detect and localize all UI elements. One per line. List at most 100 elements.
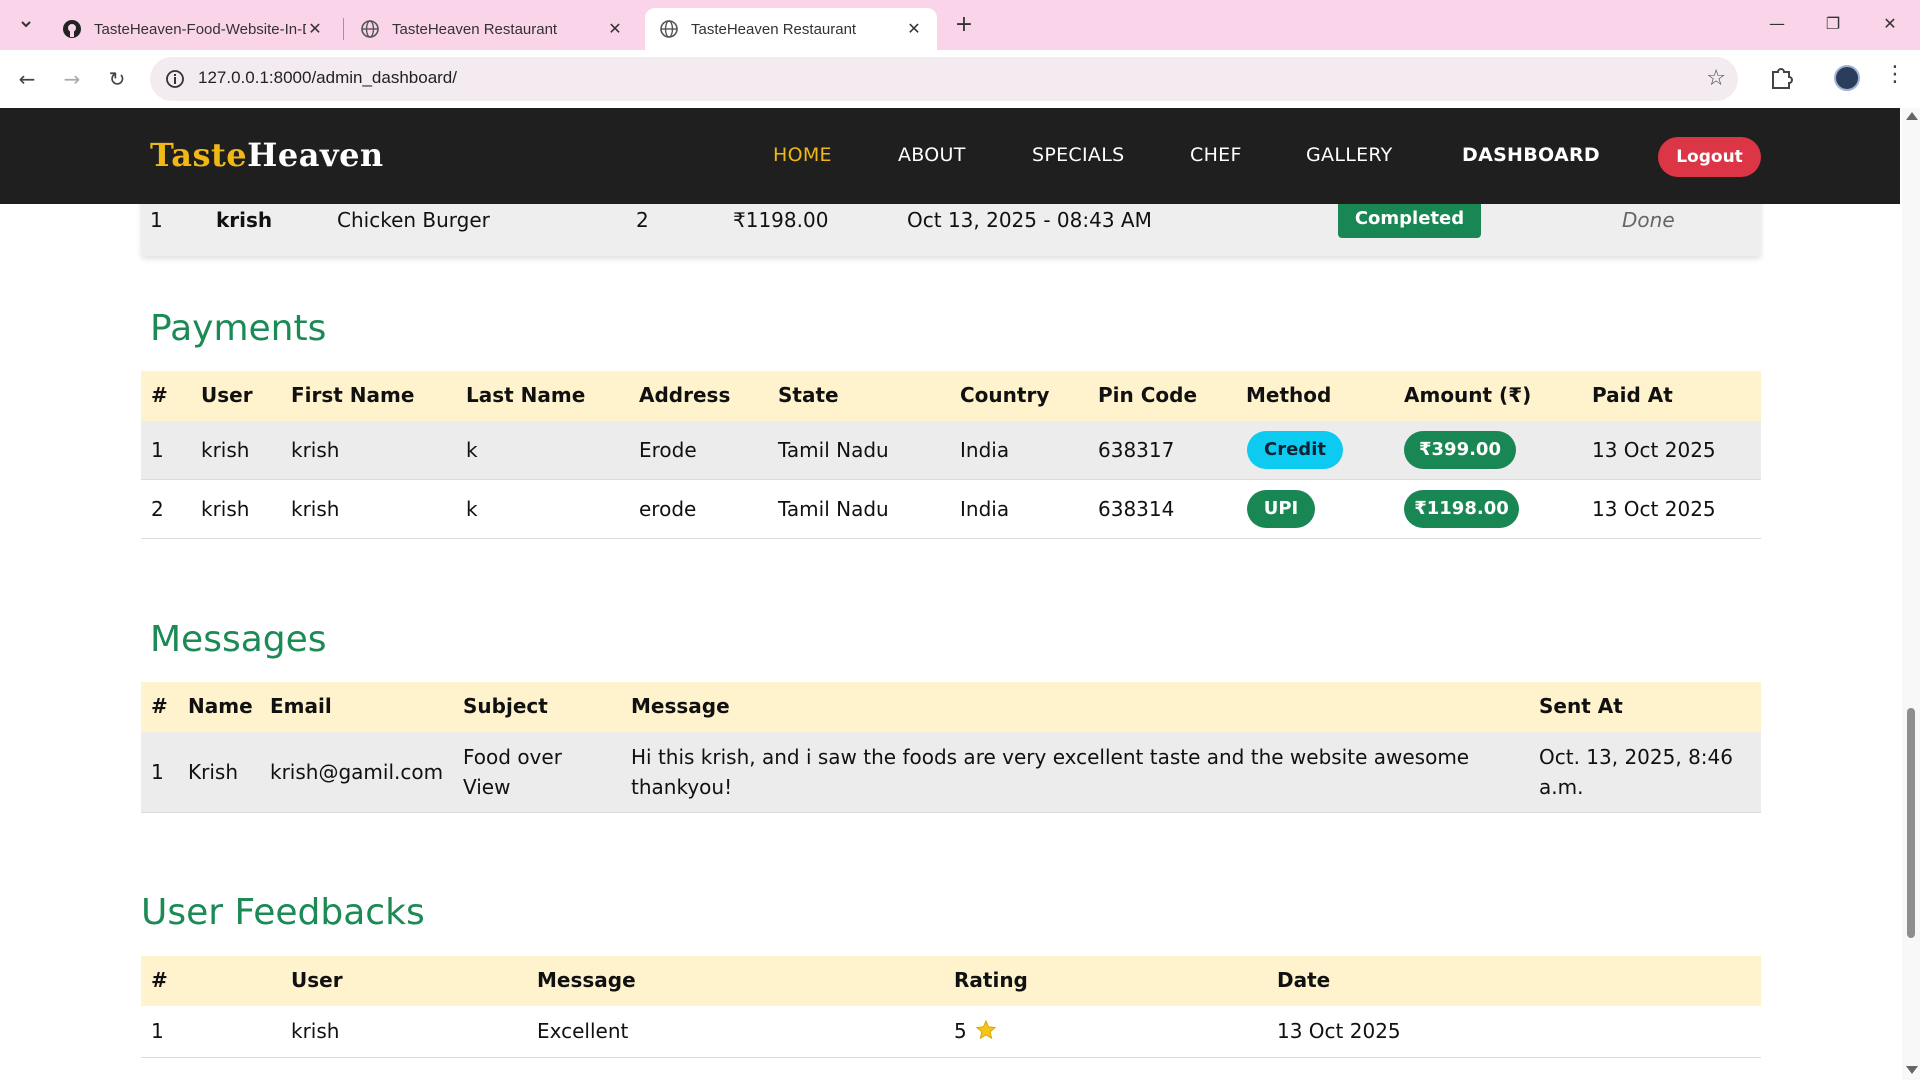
site-logo[interactable]: TasteHeaven	[150, 136, 384, 174]
order-total: ₹1198.00	[733, 208, 829, 232]
nav-specials[interactable]: SPECIALS	[1032, 144, 1124, 166]
table-cell: 1	[151, 438, 164, 462]
profile-avatar[interactable]	[1834, 65, 1860, 91]
header-cell: State	[778, 383, 839, 407]
table-cell: krish	[291, 438, 340, 462]
header-cell: Rating	[954, 968, 1028, 992]
header-cell: Name	[188, 694, 253, 718]
payments-table-header: # User First Name Last Name Address Stat…	[141, 371, 1761, 421]
table-row: 2 krish krish k erode Tamil Nadu India 6…	[141, 480, 1761, 539]
table-cell: krish	[291, 497, 340, 521]
tab-title: TasteHeaven Restaurant	[392, 20, 558, 38]
amount-badge: ₹1198.00	[1404, 490, 1519, 528]
globe-icon	[659, 19, 679, 39]
table-cell: 638317	[1098, 438, 1175, 462]
url-text[interactable]: 127.0.0.1:8000/admin_dashboard/	[198, 68, 457, 88]
browser-tabstrip: TasteHeaven-Food-Website-In-Dj ✕ TasteHe…	[0, 0, 1920, 50]
table-cell: Hi this krish, and i saw the foods are v…	[631, 745, 1470, 799]
nav-gallery[interactable]: GALLERY	[1306, 144, 1393, 166]
header-cell: Date	[1277, 968, 1331, 992]
header-cell: #	[151, 968, 168, 992]
header-cell: Address	[639, 383, 731, 407]
order-qty: 2	[636, 208, 649, 232]
forward-arrow-icon[interactable]: →	[57, 64, 87, 94]
method-badge-credit: Credit	[1247, 431, 1343, 469]
logo-part-heaven: Heaven	[247, 136, 384, 174]
new-tab-button[interactable]: +	[950, 12, 978, 40]
header-cell: Message	[631, 694, 730, 718]
order-date: Oct 13, 2025 - 08:43 AM	[907, 208, 1152, 232]
header-cell: Method	[1246, 383, 1332, 407]
table-cell: krish	[291, 1019, 340, 1043]
restore-button[interactable]: ❐	[1813, 10, 1853, 38]
header-cell: #	[151, 383, 168, 407]
table-cell: Food over View	[463, 745, 562, 799]
header-cell: Last Name	[466, 383, 586, 407]
rating-value: 5	[954, 1019, 967, 1043]
nav-home[interactable]: HOME	[773, 144, 832, 166]
tab-title: TasteHeaven Restaurant	[691, 20, 857, 38]
browser-toolbar: ← → ↻ 127.0.0.1:8000/admin_dashboard/ ☆ …	[0, 50, 1920, 108]
tab-tasteheaven-1[interactable]: TasteHeaven Restaurant ✕	[346, 8, 638, 50]
menu-kebab-icon[interactable]: ⋮	[1884, 62, 1906, 87]
reload-icon[interactable]: ↻	[102, 64, 132, 94]
back-arrow-icon[interactable]: ←	[12, 64, 42, 94]
table-cell: 1	[151, 760, 164, 784]
table-cell: erode	[639, 497, 697, 521]
extensions-puzzle-icon[interactable]	[1768, 64, 1794, 90]
table-cell: Tamil Nadu	[778, 497, 889, 521]
close-icon[interactable]: ✕	[306, 19, 324, 39]
payments-heading: Payments	[150, 308, 327, 349]
feedbacks-heading: User Feedbacks	[141, 892, 425, 933]
header-cell: Amount (₹)	[1404, 383, 1532, 407]
scroll-up-arrow-icon[interactable]	[1906, 112, 1918, 120]
site-header: TasteHeaven HOME ABOUT SPECIALS CHEF GAL…	[0, 108, 1900, 204]
tab-github[interactable]: TasteHeaven-Food-Website-In-Dj ✕	[48, 8, 338, 50]
scroll-down-arrow-icon[interactable]	[1906, 1066, 1918, 1074]
minimize-button[interactable]: —	[1757, 10, 1797, 38]
close-icon[interactable]: ✕	[905, 19, 923, 39]
header-cell: Message	[537, 968, 636, 992]
header-cell: Country	[960, 383, 1050, 407]
bookmark-star-icon[interactable]: ☆	[1706, 66, 1726, 91]
site-info-icon[interactable]	[164, 68, 186, 90]
rating-cell: 5	[954, 1019, 997, 1046]
table-cell: India	[960, 438, 1010, 462]
page-viewport: 1 krish Chicken Burger 2 ₹1198.00 Oct 13…	[0, 108, 1900, 1080]
table-cell: 638314	[1098, 497, 1175, 521]
messages-table-header: # Name Email Subject Message Sent At	[141, 682, 1761, 732]
globe-icon	[360, 19, 380, 39]
table-cell: k	[466, 497, 478, 521]
table-cell: krish@gamil.com	[270, 760, 444, 784]
header-cell: Paid At	[1592, 383, 1673, 407]
table-cell: 13 Oct 2025	[1277, 1019, 1401, 1043]
header-cell: Sent At	[1539, 694, 1623, 718]
table-cell: 1	[151, 1019, 164, 1043]
nav-dashboard[interactable]: DASHBOARD	[1462, 144, 1600, 166]
messages-heading: Messages	[150, 619, 327, 660]
close-icon[interactable]: ✕	[606, 19, 624, 39]
table-row: 1 Krish krish@gamil.com Food over View H…	[141, 732, 1761, 813]
table-cell: k	[466, 438, 478, 462]
github-icon	[62, 19, 82, 39]
tab-tasteheaven-active[interactable]: TasteHeaven Restaurant ✕	[645, 8, 937, 50]
table-cell: 2	[151, 497, 164, 521]
page-scrollbar[interactable]	[1902, 108, 1920, 1080]
order-item: Chicken Burger	[337, 208, 490, 232]
tab-search-chevron-icon[interactable]	[12, 10, 40, 38]
order-user: krish	[216, 208, 273, 232]
nav-about[interactable]: ABOUT	[898, 144, 966, 166]
tab-title: TasteHeaven-Food-Website-In-Dj	[94, 20, 306, 38]
star-icon	[975, 1019, 997, 1046]
logout-button[interactable]: Logout	[1658, 137, 1761, 177]
table-cell: krish	[201, 497, 250, 521]
window-close-button[interactable]: ✕	[1870, 10, 1910, 38]
nav-chef[interactable]: CHEF	[1190, 144, 1242, 166]
feedbacks-table-header: # User Message Rating Date	[141, 956, 1761, 1006]
address-bar[interactable]: 127.0.0.1:8000/admin_dashboard/ ☆	[150, 57, 1738, 101]
table-cell: Oct. 13, 2025, 8:46 a.m.	[1539, 745, 1733, 799]
table-cell: Tamil Nadu	[778, 438, 889, 462]
header-cell: Pin Code	[1098, 383, 1198, 407]
table-cell: Excellent	[537, 1019, 629, 1043]
scrollbar-thumb[interactable]	[1907, 708, 1915, 938]
